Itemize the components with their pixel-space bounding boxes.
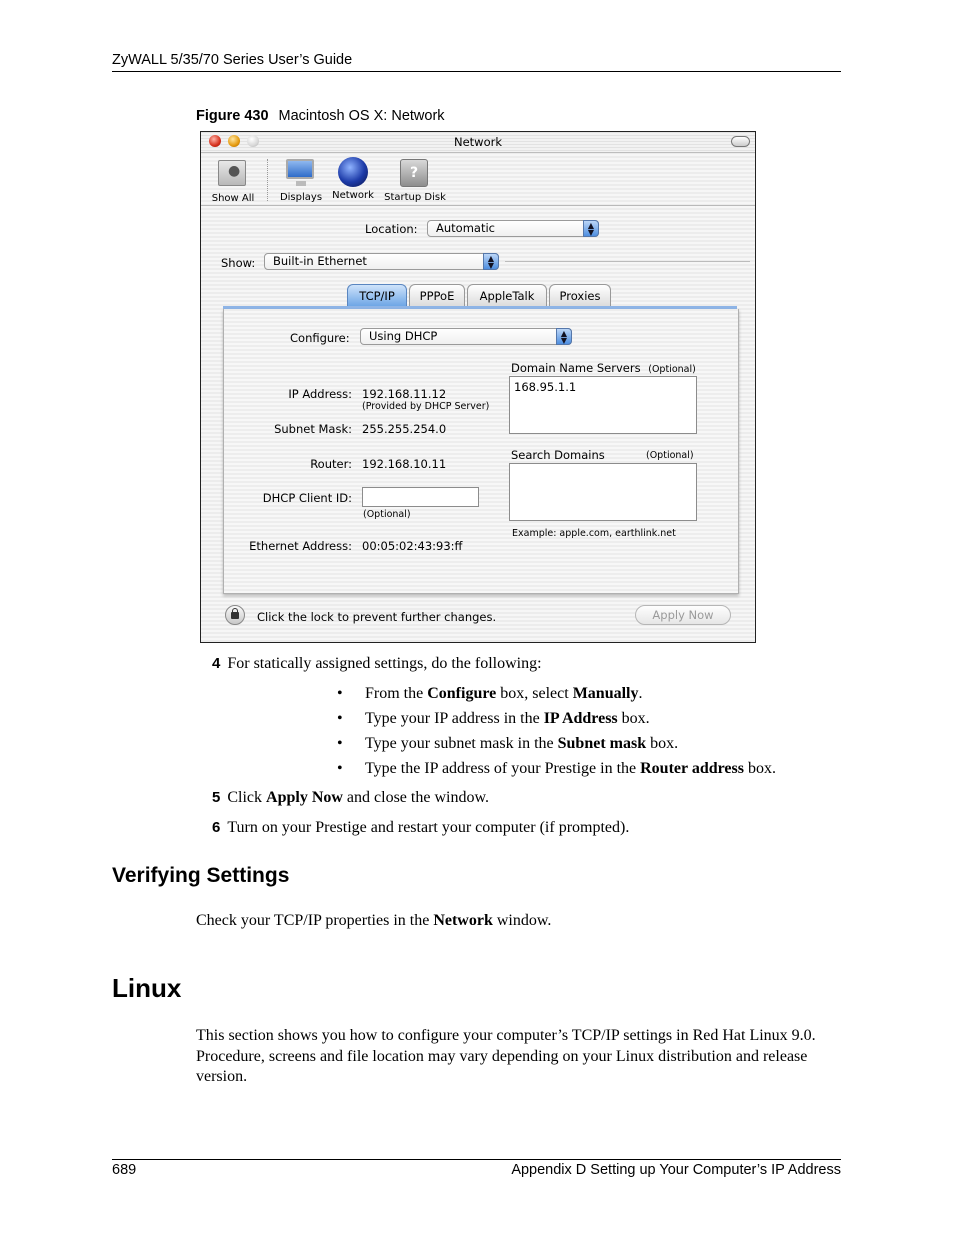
popup-arrows-icon: ▲ ▼ [556, 328, 572, 345]
search-domains-label: Search Domains [511, 448, 605, 462]
step-text: For statically assigned settings, do the… [227, 655, 542, 672]
step-text: Turn on your Prestige and restart your c… [227, 819, 630, 836]
bullet-icon: • [337, 735, 343, 752]
location-popup[interactable]: Automatic ▲ ▼ [427, 220, 599, 237]
ethernet-address-value: 00:05:02:43:93:ff [362, 539, 463, 553]
step-4: 4 For statically assigned settings, do t… [212, 655, 542, 673]
show-label: Show: [221, 256, 256, 270]
title-bar[interactable]: Network [201, 132, 755, 153]
tab-tcpip[interactable]: TCP/IP [347, 284, 407, 306]
bullet-icon: • [337, 760, 343, 777]
configure-popup[interactable]: Using DHCP ▲ ▼ [360, 328, 572, 345]
dns-optional: (Optional) [648, 364, 696, 375]
ip-address-note: (Provided by DHCP Server) [362, 401, 490, 412]
ip-address-label: IP Address: [288, 387, 352, 401]
search-domains-optional: (Optional) [646, 450, 694, 461]
show-value: Built-in Ethernet [273, 254, 367, 268]
toolbar-label: Network [332, 190, 374, 201]
toolbar-toggle-button[interactable] [731, 136, 750, 147]
linux-paragraph: This section shows you how to configure … [196, 1027, 816, 1085]
bullet-item: Type the IP address of your Prestige in … [365, 760, 776, 777]
popup-arrows-icon: ▲ ▼ [483, 253, 499, 270]
divider [505, 261, 750, 262]
running-footer: Appendix D Setting up Your Computer’s IP… [511, 1162, 841, 1178]
dhcp-client-id-input[interactable] [362, 487, 479, 507]
lock-icon[interactable] [225, 605, 245, 625]
toolbar-separator [267, 159, 268, 201]
display-icon [286, 159, 314, 179]
location-label: Location: [365, 222, 418, 236]
ethernet-address-label: Ethernet Address: [249, 539, 352, 553]
page-number: 689 [112, 1162, 137, 1178]
bullet-icon: • [337, 710, 343, 727]
tab-proxies[interactable]: Proxies [549, 284, 611, 306]
figure-label: Figure 430 [196, 108, 269, 124]
toolbar-startup-disk[interactable]: ? Startup Disk [382, 157, 448, 203]
ip-address-value: 192.168.11.12 [362, 387, 447, 401]
search-domains-textarea[interactable] [509, 463, 697, 521]
search-domains-example: Example: apple.com, earthlink.net [512, 528, 676, 539]
verify-paragraph: Check your TCP/IP properties in the Netw… [196, 912, 552, 929]
footer-rule [112, 1159, 841, 1160]
tab-appletalk[interactable]: AppleTalk [467, 284, 547, 306]
configure-label: Configure: [290, 331, 350, 345]
router-value: 192.168.10.11 [362, 457, 447, 471]
apply-now-button[interactable]: Apply Now [635, 605, 731, 625]
disk-icon: ? [400, 159, 428, 187]
dns-textarea[interactable]: 168.95.1.1 [509, 376, 697, 434]
step-5: 5 Click Apply Now and close the window. [212, 789, 489, 806]
toolbar-network[interactable]: Network [329, 157, 377, 201]
bullet-item: Type your subnet mask in the Subnet mask… [365, 735, 679, 752]
window-title: Network [453, 135, 503, 149]
router-label: Router: [310, 457, 352, 471]
bullet-item: From the Configure box, select Manually. [365, 685, 643, 702]
popup-arrows-icon: ▲ ▼ [583, 220, 599, 237]
toolbar-label: Displays [279, 192, 323, 203]
globe-icon [338, 157, 368, 187]
bullet-icon: • [337, 685, 343, 702]
toolbar-label: Show All [211, 193, 255, 204]
apple-show-all-icon: ● [218, 160, 246, 186]
step-number: 4 [212, 655, 221, 672]
step-number: 6 [212, 819, 221, 836]
toolbar-label: Startup Disk [384, 192, 446, 203]
dns-title: Domain Name Servers [511, 361, 641, 375]
bullet-item: Type your IP address in the IP Address b… [365, 710, 650, 727]
step-number: 5 [212, 789, 221, 806]
subnet-mask-label: Subnet Mask: [274, 422, 352, 436]
toolbar: ● Show All Displays Network ? Startup Di… [201, 153, 755, 206]
tab-pppoe[interactable]: PPPoE [409, 284, 465, 306]
configure-value: Using DHCP [369, 329, 438, 343]
header-rule [112, 71, 841, 72]
lock-hint: Click the lock to prevent further change… [257, 610, 497, 624]
dhcp-client-id-note: (Optional) [363, 509, 411, 520]
figure-caption: Figure 430 Macintosh OS X: Network [196, 108, 445, 124]
dns-label: Domain Name Servers (Optional) [511, 361, 696, 375]
tcpip-panel: Configure: Using DHCP ▲ ▼ IP Address: 192… [223, 309, 739, 594]
location-value: Automatic [436, 221, 495, 235]
section-heading-verifying: Verifying Settings [112, 864, 290, 887]
show-popup[interactable]: Built-in Ethernet ▲ ▼ [264, 253, 499, 270]
section-heading-linux: Linux [112, 973, 182, 1003]
step-6: 6 Turn on your Prestige and restart your… [212, 819, 629, 837]
figure-title: Macintosh OS X: Network [278, 108, 445, 124]
network-preferences-window: Network ● Show All Displays Network ? St… [200, 131, 756, 643]
toolbar-displays[interactable]: Displays [275, 157, 327, 203]
running-header: ZyWALL 5/35/70 Series User’s Guide [112, 52, 353, 68]
subnet-mask-value: 255.255.254.0 [362, 422, 447, 436]
dhcp-client-id-label: DHCP Client ID: [262, 491, 352, 505]
toolbar-show-all[interactable]: ● Show All [209, 157, 257, 204]
